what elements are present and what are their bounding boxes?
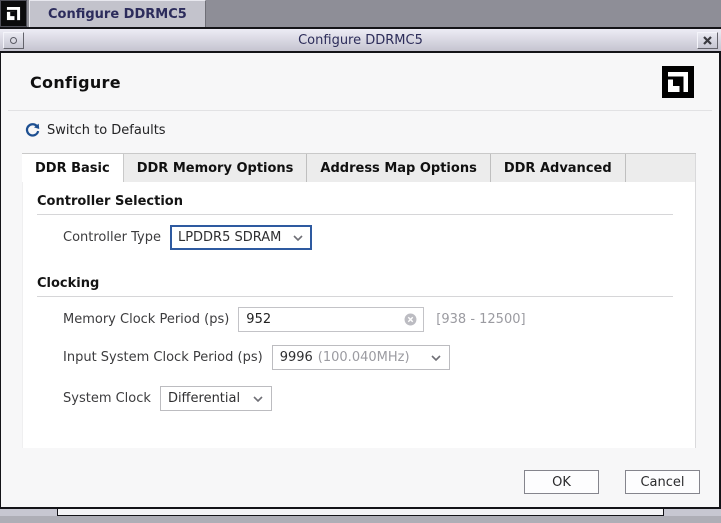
clear-field-icon[interactable] [404,313,417,326]
memory-clock-period-label: Memory Clock Period (ps) [63,312,230,327]
window-bottom-frame [0,507,721,516]
tab-address-map-options[interactable]: Address Map Options [307,154,491,182]
wm-taskbar-tab[interactable]: Configure DDRMC5 [29,0,206,27]
switch-to-defaults-label: Switch to Defaults [47,123,166,138]
titlebar[interactable]: Configure DDRMC5 [0,27,721,53]
controller-type-row: Controller Type LPDDR5 SDRAM [63,225,673,250]
input-system-clock-period-value: 9996 [279,350,313,365]
chevron-down-icon [253,395,263,402]
close-icon [703,35,712,45]
section-title-controller-selection: Controller Selection [37,194,183,209]
tab-ddr-advanced[interactable]: DDR Advanced [491,154,626,182]
tab-bar-filler [626,154,696,182]
ok-button[interactable]: OK [524,470,599,494]
input-system-clock-frequency: (100.040MHz) [317,350,410,365]
resize-corner-left[interactable] [0,509,58,516]
input-system-clock-period-row: Input System Clock Period (ps) 9996 (100… [63,345,673,370]
section-title-clocking: Clocking [37,276,100,291]
system-clock-value: Differential [167,391,241,406]
wm-tab-label: Configure DDRMC5 [48,6,187,22]
dialog-content: Configure Switch to Defaults DDR Basic D… [0,53,721,507]
amd-logo-icon [3,3,24,24]
dialog-header: Configure [8,53,712,111]
system-clock-row: System Clock Differential [63,386,673,411]
window-title: Configure DDRMC5 [298,32,423,48]
tab-label: DDR Memory Options [136,160,294,176]
system-clock-label: System Clock [63,391,151,406]
memory-clock-period-field[interactable] [238,307,425,332]
input-system-clock-period-label: Input System Clock Period (ps) [63,350,263,365]
tab-label: DDR Basic [35,160,110,176]
controller-type-value: LPDDR5 SDRAM [177,230,282,245]
window-frame-shadow [0,516,721,523]
dialog-button-row: OK Cancel [524,470,700,494]
memory-clock-period-row: Memory Clock Period (ps) [938 - 12500] [63,307,673,332]
controller-type-select[interactable]: LPDDR5 SDRAM [169,225,312,250]
refresh-icon [25,123,40,137]
amd-logo-icon[interactable] [0,0,27,27]
wm-taskbar-filler [206,0,721,27]
tab-label: Address Map Options [320,160,477,176]
configure-ddrmc5-window: Configure DDRMC5 Configure DDRMC5 Config… [0,0,721,523]
window-menu-button[interactable] [3,31,24,49]
system-clock-select[interactable]: Differential [159,386,272,411]
section-divider [37,296,673,297]
input-system-clock-period-select[interactable]: 9996 (100.040MHz) [271,345,450,370]
wm-taskbar: Configure DDRMC5 [0,0,721,27]
resize-corner-right[interactable] [663,509,721,516]
section-divider [37,214,673,215]
tab-bar: DDR Basic DDR Memory Options Address Map… [22,153,696,182]
tab-panel-ddr-basic: Controller Selection Controller Type LPD… [22,182,696,448]
switch-to-defaults-button[interactable]: Switch to Defaults [25,123,166,138]
cancel-button[interactable]: Cancel [625,470,700,494]
page-title: Configure [30,73,121,92]
close-button[interactable] [697,31,718,49]
tab-ddr-basic[interactable]: DDR Basic [22,154,124,182]
resize-edge-bottom[interactable] [58,509,663,516]
controller-type-label: Controller Type [63,230,161,245]
memory-clock-period-input[interactable] [239,312,405,327]
chevron-down-icon [293,234,303,241]
amd-logo [662,66,694,98]
menu-dot-icon [10,36,17,44]
memory-clock-period-range: [938 - 12500] [436,312,526,327]
tab-ddr-memory-options[interactable]: DDR Memory Options [124,154,308,182]
chevron-down-icon [431,354,441,361]
tab-label: DDR Advanced [503,160,612,176]
